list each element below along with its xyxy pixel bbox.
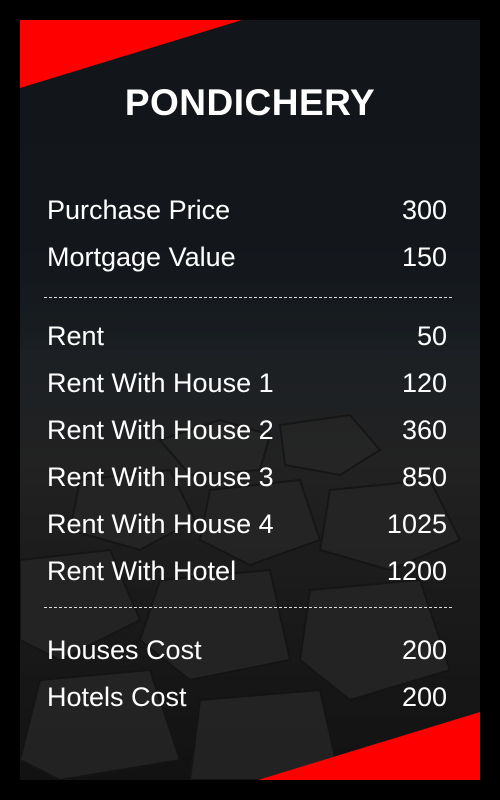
red-corner-top-decoration — [20, 20, 242, 88]
rent-house-2-row: Rent With House 2 360 — [47, 410, 447, 450]
row-label: Hotels Cost — [47, 682, 187, 712]
rent-row: Rent 50 — [47, 316, 447, 356]
row-value: 50 — [416, 321, 447, 351]
row-value: 1200 — [386, 556, 447, 586]
row-value: 1025 — [386, 509, 447, 539]
row-label: Mortgage Value — [47, 242, 236, 272]
row-label: Rent With House 1 — [47, 368, 274, 398]
rent-house-4-row: Rent With House 4 1025 — [47, 504, 447, 544]
dashed-divider — [44, 297, 452, 298]
row-label: Purchase Price — [47, 195, 231, 225]
rent-house-3-row: Rent With House 3 850 — [47, 457, 447, 497]
property-card: PONDICHERY Purchase Price 300 Mortgage V… — [20, 20, 480, 780]
rent-hotel-row: Rent With Hotel 1200 — [47, 551, 447, 591]
rent-house-1-row: Rent With House 1 120 — [47, 363, 447, 403]
houses-cost-row: Houses Cost 200 — [47, 630, 447, 670]
row-label: Rent — [47, 321, 105, 351]
row-value: 150 — [401, 242, 447, 272]
row-value: 850 — [401, 462, 447, 492]
row-label: Rent With Hotel — [47, 556, 237, 586]
row-value: 300 — [401, 195, 447, 225]
property-title: PONDICHERY — [124, 82, 376, 123]
row-value: 200 — [401, 682, 447, 712]
mortgage-value-row: Mortgage Value 150 — [47, 237, 447, 277]
row-value: 200 — [401, 635, 447, 665]
row-value: 120 — [401, 368, 447, 398]
row-label: Rent With House 3 — [47, 462, 274, 492]
row-label: Houses Cost — [47, 635, 202, 665]
red-corner-bottom-decoration — [258, 712, 480, 780]
hotels-cost-row: Hotels Cost 200 — [47, 677, 447, 717]
row-value: 360 — [401, 415, 447, 445]
dashed-divider — [44, 607, 452, 608]
row-label: Rent With House 4 — [47, 509, 274, 539]
row-label: Rent With House 2 — [47, 415, 274, 445]
purchase-price-row: Purchase Price 300 — [47, 190, 447, 230]
